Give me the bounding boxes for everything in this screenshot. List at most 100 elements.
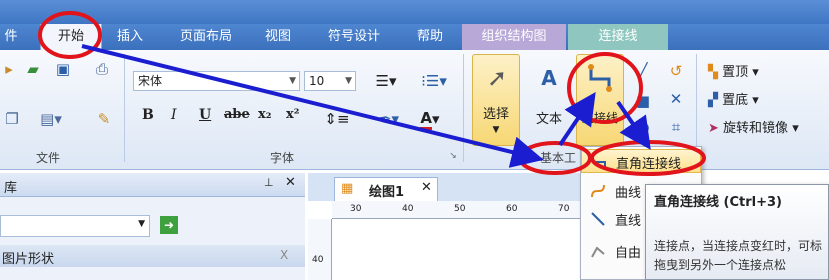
- font-size-combo[interactable]: 10 ▼: [304, 71, 356, 91]
- highlight-icon[interactable]: ✒▾: [372, 108, 406, 130]
- ruler-mark: 40: [402, 204, 414, 214]
- bullet-list-icon[interactable]: ⁝☰▾: [416, 70, 452, 92]
- send-to-back-button[interactable]: ▞ 置底 ▾: [708, 89, 759, 108]
- ribbon-tabs: 件 开始 插入 页面布局 视图 符号设计 帮助 组织结构图 连接线: [0, 24, 829, 50]
- align-icon[interactable]: ☰▾: [368, 70, 404, 92]
- elbow-connector-icon: [592, 156, 606, 168]
- ribbon: ▸ ▰ ▣ ⎙ ❐ ▤▾ ✎ 文件 宋体 ▼ 10 ▼ ☰▾ ⁝☰▾ B I U…: [0, 50, 829, 170]
- tab-file[interactable]: 件: [0, 24, 22, 50]
- font-color-icon[interactable]: A ▾: [412, 108, 448, 130]
- send-to-back-label: 置底: [722, 93, 749, 108]
- rotate-icon: ➤: [708, 121, 719, 136]
- tab-view[interactable]: 视图: [258, 24, 298, 50]
- group-basic-label: 基本工: [540, 151, 577, 165]
- tooltip-body: 连接点，当连接点变红时，可标拖曳到另外一个连接点松: [654, 239, 823, 272]
- text-tool-icon: A: [541, 66, 557, 90]
- send-back-icon: ▞: [708, 93, 718, 108]
- group-font-label: 字体: [270, 151, 295, 165]
- bring-to-front-label: 置顶: [722, 65, 749, 80]
- ruler-mark: 70: [558, 204, 570, 214]
- close-icon[interactable]: ✕: [421, 180, 432, 195]
- tab-home[interactable]: 开始: [40, 24, 102, 50]
- curve-tool-icon[interactable]: ↺: [664, 58, 688, 84]
- rectangle-tool-icon[interactable]: ■: [630, 88, 656, 114]
- bring-to-front-button[interactable]: ▚ 置顶 ▾: [708, 61, 759, 80]
- bring-front-icon: ▚: [708, 65, 718, 80]
- font-name-value: 宋体: [138, 74, 163, 88]
- drawing-icon: ▦: [341, 181, 354, 196]
- drawing-tab-label: 绘图1: [369, 185, 405, 200]
- save-icon[interactable]: ▣: [52, 58, 74, 80]
- tab-org-chart[interactable]: 组织结构图: [462, 24, 566, 50]
- tab-insert[interactable]: 插入: [110, 24, 150, 50]
- ruler-mark: 60: [506, 204, 518, 214]
- subscript-button[interactable]: x₂: [258, 107, 271, 122]
- superscript-button[interactable]: x²: [286, 107, 299, 122]
- freeform-connector-icon: [591, 246, 605, 258]
- strikethrough-button[interactable]: abe: [224, 107, 250, 122]
- dialog-launcher-icon[interactable]: ↘: [447, 150, 459, 162]
- pin-icon[interactable]: ⊥: [264, 176, 274, 189]
- menu-item-label: 自由: [615, 246, 642, 261]
- print-icon[interactable]: ⎙: [90, 58, 114, 80]
- ruler-mark: 40: [312, 255, 324, 265]
- menu-item-elbow-connector[interactable]: 直角连接线: [581, 149, 701, 173]
- text-button[interactable]: A 文本: [526, 54, 574, 146]
- vertical-ruler: 40: [308, 219, 332, 280]
- close-icon[interactable]: ✕: [285, 175, 296, 190]
- text-label: 文本: [536, 112, 563, 127]
- tab-help[interactable]: 帮助: [408, 24, 452, 50]
- line-spacing-icon[interactable]: ⇕≡: [324, 108, 350, 130]
- tooltip: 直角连接线 (Ctrl+3) 连接点，当连接点变红时，可标拖曳到另外一个连接点松: [645, 184, 829, 280]
- open-icon[interactable]: ▸: [0, 58, 18, 80]
- curve-connector-icon: [591, 184, 605, 198]
- select-label: 选择: [482, 107, 509, 122]
- library-pane-header: 库 ⊥ ✕: [0, 173, 305, 197]
- tooltip-title: 直角连接线 (Ctrl+3): [654, 195, 782, 210]
- pointer-icon: ➚: [486, 64, 508, 92]
- format-painter-icon[interactable]: ✎: [92, 108, 116, 130]
- select-button[interactable]: ➚ 选择 ▼: [472, 54, 520, 146]
- connector-button[interactable]: 连接线: [576, 54, 624, 146]
- straight-connector-icon: [591, 212, 605, 226]
- shape-category-header[interactable]: 图片形状 X: [0, 245, 305, 267]
- chevron-down-icon: ▼: [138, 219, 145, 229]
- group-separator: [124, 54, 125, 162]
- tab-drawing1[interactable]: ▦ 绘图1 ✕: [334, 177, 438, 201]
- underline-button[interactable]: U: [199, 107, 211, 123]
- cross-tool-icon[interactable]: ✕: [664, 86, 688, 112]
- font-size-value: 10: [309, 74, 325, 88]
- menu-item-label: 直线: [615, 214, 642, 229]
- bold-button[interactable]: B: [142, 107, 154, 123]
- ruler-mark: 50: [454, 204, 466, 214]
- close-icon[interactable]: X: [280, 248, 288, 262]
- shape-category-label: 图片形状: [2, 252, 55, 267]
- italic-button[interactable]: I: [171, 107, 177, 123]
- ruler-mark: 30: [350, 204, 362, 214]
- chevron-down-icon: ▼: [289, 76, 296, 86]
- tab-page-layout[interactable]: 页面布局: [170, 24, 242, 50]
- rotate-mirror-label: 旋转和镜像: [723, 121, 789, 136]
- paste-icon[interactable]: ▤▾: [36, 108, 66, 130]
- menu-item-label: 曲线: [615, 186, 642, 201]
- go-icon[interactable]: ➜: [160, 216, 178, 234]
- library-title: 库: [4, 181, 18, 196]
- elbow-connector-icon: [588, 64, 612, 92]
- tab-connector[interactable]: 连接线: [568, 24, 668, 50]
- library-pane: ▼ ➜ 图片形状 X: [0, 197, 305, 280]
- menu-item-label: 直角连接线: [616, 157, 682, 172]
- font-name-combo[interactable]: 宋体 ▼: [133, 71, 300, 91]
- chevron-down-icon: ▼: [345, 76, 352, 86]
- crop-tool-icon[interactable]: ⌗: [664, 114, 688, 140]
- library-search-input[interactable]: ▼: [0, 215, 150, 237]
- connector-label: 连接线: [581, 111, 618, 125]
- title-bar: [0, 0, 829, 24]
- ellipse-tool-icon[interactable]: ●: [630, 114, 656, 140]
- line-tool-icon[interactable]: ╱: [630, 58, 656, 84]
- folder-icon[interactable]: ▰: [22, 58, 44, 80]
- tab-symbol-design[interactable]: 符号设计: [318, 24, 390, 50]
- group-separator: [463, 54, 464, 162]
- group-file-label: 文件: [36, 151, 61, 165]
- rotate-mirror-button[interactable]: ➤ 旋转和镜像 ▾: [708, 117, 799, 136]
- copy-icon[interactable]: ❐: [0, 108, 24, 130]
